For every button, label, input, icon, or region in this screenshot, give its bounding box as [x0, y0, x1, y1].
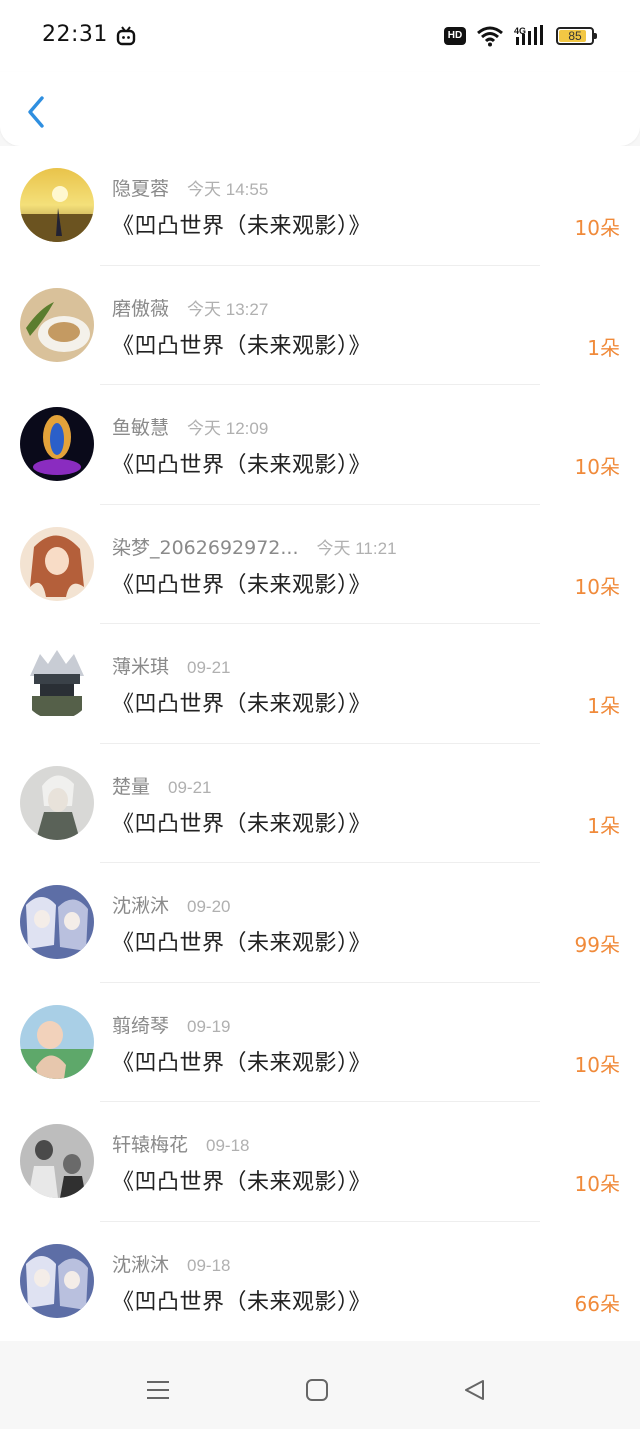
flower-count: 10朵: [574, 574, 620, 599]
flower-count: 10朵: [574, 455, 620, 479]
book-title[interactable]: 《凹凸世界（未来观影）》: [112, 686, 371, 718]
user-name[interactable]: 隐夏蓉: [112, 174, 169, 201]
top-nav-bar: [0, 72, 640, 146]
flower-count: 10朵: [574, 1052, 620, 1077]
list-item[interactable]: 薄米琪 09-21 《凹凸世界（未来观影）》 1朵: [0, 624, 640, 744]
book-title[interactable]: 《凹凸世界（未来观影）》: [112, 208, 371, 240]
book-title[interactable]: 《凹凸世界（未来观影）》: [112, 328, 371, 360]
user-name[interactable]: 磨傲薇: [112, 294, 169, 321]
battery-icon: 85: [556, 27, 597, 45]
cellular-4g-icon: 4G: [514, 25, 543, 45]
list-item[interactable]: 沈湫沐 09-18 《凹凸世界（未来观影）》 66朵: [0, 1222, 640, 1342]
battery-level: 85: [568, 29, 582, 43]
time-stamp: 今天 11:21: [316, 538, 397, 558]
time-stamp: 09-19: [187, 1016, 231, 1036]
avatar[interactable]: [20, 646, 94, 720]
avatar[interactable]: [20, 885, 94, 959]
flower-count: 99朵: [574, 933, 620, 957]
avatar[interactable]: [20, 1243, 94, 1318]
list-item[interactable]: 楚量 09-21 《凹凸世界（未来观影）》 1朵: [0, 744, 640, 863]
flower-count: 1朵: [587, 335, 620, 360]
flower-count: 10朵: [574, 216, 620, 240]
time-stamp: 09-18: [187, 1255, 231, 1275]
flower-count: 66朵: [574, 1291, 620, 1316]
hd-icon: HD: [444, 27, 466, 45]
menu-icon[interactable]: [144, 1376, 172, 1404]
tv-app-icon: [116, 26, 136, 46]
list-item[interactable]: 磨傲薇 今天 13:27 《凹凸世界（未来观影）》 1朵: [0, 266, 640, 385]
book-title[interactable]: 《凹凸世界（未来观影）》: [112, 447, 371, 479]
user-name[interactable]: 沈湫沐: [112, 1250, 169, 1277]
book-title[interactable]: 《凹凸世界（未来观影）》: [112, 806, 371, 838]
time-stamp: 09-20: [187, 897, 231, 916]
status-time: 22:31: [42, 22, 108, 47]
list-item[interactable]: 轩辕梅花 09-18 《凹凸世界（未来观影）》 10朵: [0, 1102, 640, 1222]
user-name[interactable]: 薄米琪: [112, 652, 169, 679]
time-stamp: 09-21: [168, 777, 212, 797]
book-title[interactable]: 《凹凸世界（未来观影）》: [112, 1045, 371, 1077]
user-name[interactable]: 染梦_2062692972...: [112, 533, 299, 560]
list-item[interactable]: 鱼敏慧 今天 12:09 《凹凸世界（未来观影）》 10朵: [0, 385, 640, 505]
list-item[interactable]: 沈湫沐 09-20 《凹凸世界（未来观影）》 99朵: [0, 863, 640, 983]
flower-count: 1朵: [587, 694, 620, 718]
back-chevron-icon[interactable]: [22, 92, 50, 132]
wifi-icon: [477, 26, 503, 47]
avatar[interactable]: [20, 1004, 94, 1079]
avatar[interactable]: [20, 287, 94, 362]
user-name[interactable]: 轩辕梅花: [112, 1130, 188, 1157]
user-name[interactable]: 翦绮琴: [112, 1011, 169, 1038]
time-stamp: 今天 12:09: [187, 419, 269, 438]
list-item[interactable]: 翦绮琴 09-19 《凹凸世界（未来观影）》 10朵: [0, 983, 640, 1102]
back-triangle-icon[interactable]: [461, 1376, 489, 1404]
user-name[interactable]: 沈湫沐: [112, 891, 169, 918]
time-stamp: 今天 13:27: [187, 299, 269, 319]
home-icon[interactable]: [303, 1376, 331, 1404]
time-stamp: 09-21: [187, 658, 231, 677]
book-title[interactable]: 《凹凸世界（未来观影）》: [112, 1164, 371, 1196]
list-item[interactable]: 隐夏蓉 今天 14:55 《凹凸世界（未来观影）》 10朵: [0, 146, 640, 266]
avatar[interactable]: [20, 526, 94, 601]
flower-count: 1朵: [587, 813, 620, 838]
avatar[interactable]: [20, 407, 94, 481]
avatar[interactable]: [20, 765, 94, 840]
user-name[interactable]: 鱼敏慧: [112, 413, 169, 440]
avatar[interactable]: [20, 168, 94, 242]
gift-list: 隐夏蓉 今天 14:55 《凹凸世界（未来观影）》 10朵 磨傲薇 今天 13:…: [0, 146, 640, 1341]
book-title[interactable]: 《凹凸世界（未来观影）》: [112, 925, 371, 957]
book-title[interactable]: 《凹凸世界（未来观影）》: [112, 567, 371, 599]
status-bar: 22:31 HD 4G 85: [0, 0, 640, 72]
avatar[interactable]: [20, 1124, 94, 1198]
flower-count: 10朵: [574, 1172, 620, 1196]
time-stamp: 今天 14:55: [187, 180, 269, 199]
list-item[interactable]: 染梦_2062692972... 今天 11:21 《凹凸世界（未来观影）》 1…: [0, 505, 640, 624]
user-name[interactable]: 楚量: [112, 772, 150, 799]
system-nav-bar: [0, 1342, 640, 1429]
time-stamp: 09-18: [206, 1136, 250, 1155]
book-title[interactable]: 《凹凸世界（未来观影）》: [112, 1284, 371, 1316]
